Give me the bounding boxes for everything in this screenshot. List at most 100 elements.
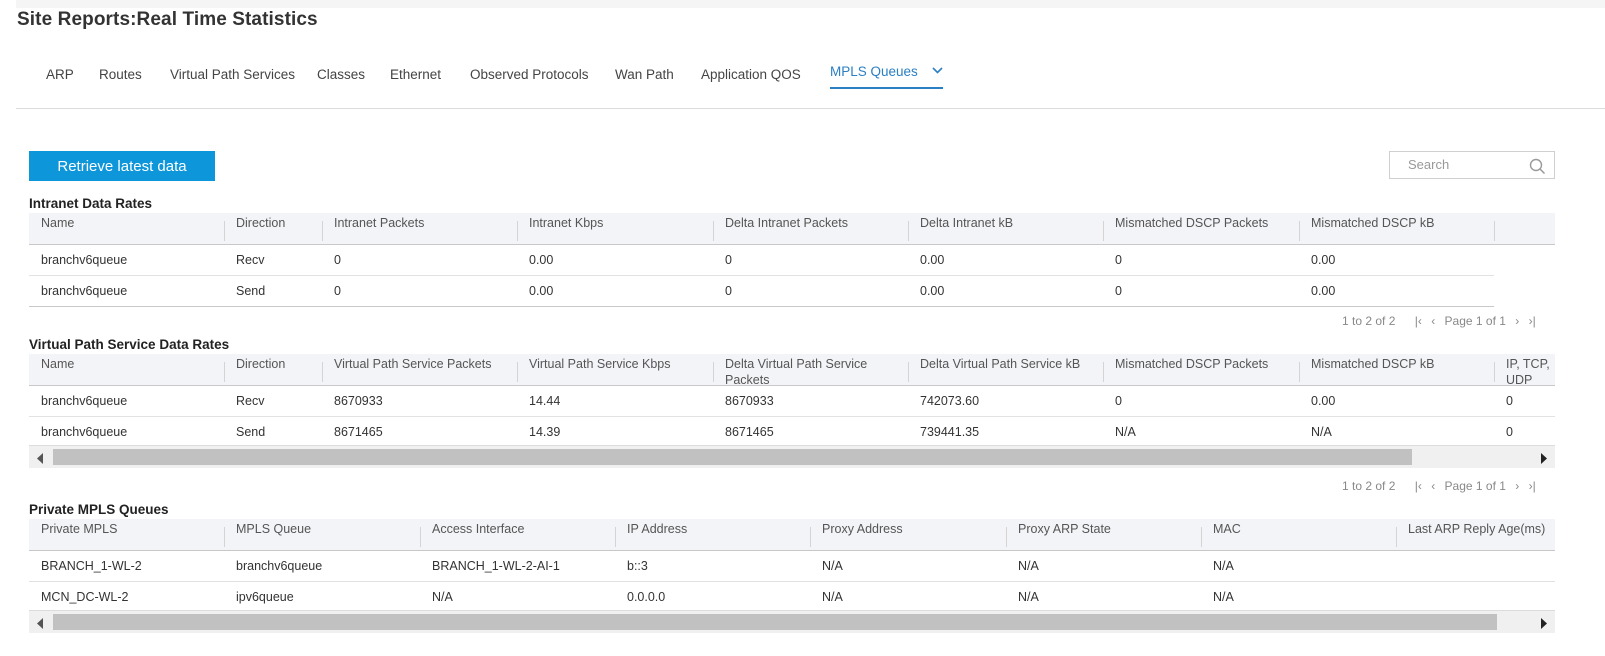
column-header-compression[interactable]: IP, TCP, UDP Compression — [1506, 356, 1555, 387]
search-box — [1389, 151, 1555, 179]
tab-ethernet[interactable]: Ethernet — [390, 67, 441, 82]
column-divider[interactable] — [322, 362, 323, 382]
mpls-horizontal-scrollbar[interactable] — [29, 610, 1555, 633]
column-header-proxy-address[interactable]: Proxy Address — [822, 521, 1002, 537]
column-header-private-mpls[interactable]: Private MPLS — [41, 521, 221, 537]
scroll-right-icon[interactable] — [1540, 451, 1547, 469]
column-divider[interactable] — [713, 362, 714, 382]
last-page-icon[interactable]: ›| — [1529, 479, 1536, 493]
scrollbar-thumb[interactable] — [53, 449, 1412, 465]
column-divider[interactable] — [420, 527, 421, 547]
column-divider[interactable] — [1396, 527, 1397, 547]
column-divider[interactable] — [1494, 221, 1495, 241]
scroll-left-icon[interactable] — [37, 616, 44, 634]
column-header-access-interface[interactable]: Access Interface — [432, 521, 612, 537]
column-divider[interactable] — [224, 362, 225, 382]
intranet-table-header: Name Direction Intranet Packets Intranet… — [29, 213, 1555, 245]
column-divider[interactable] — [1006, 527, 1007, 547]
column-header-mpls-queue[interactable]: MPLS Queue — [236, 521, 416, 537]
tab-virtual-path-services[interactable]: Virtual Path Services — [170, 67, 295, 82]
column-divider[interactable] — [517, 221, 518, 241]
column-header-direction[interactable]: Direction — [236, 356, 321, 372]
table-row[interactable]: branchv6queue Recv 0 0.00 0 0.00 0 0.00 — [29, 245, 1494, 276]
cell-delta-intranet-packets: 0 — [725, 284, 732, 298]
column-header-delta-intranet-packets[interactable]: Delta Intranet Packets — [725, 215, 905, 231]
column-divider[interactable] — [224, 221, 225, 241]
column-header-mac[interactable]: MAC — [1213, 521, 1393, 537]
last-page-icon[interactable]: ›| — [1529, 314, 1536, 328]
table-row[interactable]: BRANCH_1-WL-2 branchv6queue BRANCH_1-WL-… — [29, 551, 1555, 582]
column-header-direction[interactable]: Direction — [236, 215, 321, 231]
table-row[interactable]: branchv6queue Send 0 0.00 0 0.00 0 0.00 — [29, 276, 1494, 307]
cell-private-mpls: MCN_DC-WL-2 — [41, 590, 129, 604]
tab-application-qos[interactable]: Application QOS — [701, 67, 801, 82]
chevron-down-icon[interactable] — [931, 62, 943, 77]
vps-horizontal-scrollbar[interactable] — [29, 445, 1555, 468]
tab-arp[interactable]: ARP — [46, 67, 74, 82]
table-row[interactable]: branchv6queue Recv 8670933 14.44 8670933… — [29, 386, 1555, 417]
search-icon[interactable] — [1529, 158, 1546, 180]
column-header-name[interactable]: Name — [41, 356, 221, 372]
column-divider[interactable] — [1103, 362, 1104, 382]
intranet-pager: 1 to 2 of 2 |‹ ‹ Page 1 of 1 › ›| — [1342, 314, 1536, 328]
retrieve-latest-data-button[interactable]: Retrieve latest data — [29, 151, 215, 181]
vps-table: Name Direction Virtual Path Service Pack… — [29, 354, 1555, 448]
column-divider[interactable] — [908, 362, 909, 382]
column-header-vps-kbps[interactable]: Virtual Path Service Kbps — [529, 356, 709, 372]
search-input[interactable] — [1408, 157, 1528, 172]
tab-observed-protocols[interactable]: Observed Protocols — [470, 67, 589, 82]
column-header-delta-intranet-kb[interactable]: Delta Intranet kB — [920, 215, 1100, 231]
column-divider[interactable] — [615, 527, 616, 547]
tab-classes[interactable]: Classes — [317, 67, 365, 82]
column-header-delta-vps-kb[interactable]: Delta Virtual Path Service kB — [920, 356, 1100, 372]
table-row[interactable]: MCN_DC-WL-2 ipv6queue N/A 0.0.0.0 N/A N/… — [29, 582, 1555, 613]
column-divider[interactable] — [1103, 221, 1104, 241]
column-divider[interactable] — [224, 527, 225, 547]
mpls-section-title: Private MPLS Queues — [29, 502, 169, 517]
cell-access-interface: BRANCH_1-WL-2-AI-1 — [432, 559, 560, 573]
column-header-last-arp-reply-age[interactable]: Last ARP Reply Age(ms) — [1408, 521, 1555, 537]
next-page-icon[interactable]: › — [1515, 314, 1519, 328]
column-header-ip-address[interactable]: IP Address — [627, 521, 807, 537]
column-header-proxy-arp-state[interactable]: Proxy ARP State — [1018, 521, 1198, 537]
column-divider[interactable] — [517, 362, 518, 382]
column-header-intranet-kbps[interactable]: Intranet Kbps — [529, 215, 709, 231]
column-divider[interactable] — [908, 221, 909, 241]
intranet-table: Name Direction Intranet Packets Intranet… — [29, 213, 1555, 307]
column-divider[interactable] — [1494, 362, 1495, 382]
column-divider[interactable] — [713, 221, 714, 241]
column-header-delta-vps-packets[interactable]: Delta Virtual Path Service Packets — [725, 356, 885, 388]
column-header-intranet-packets[interactable]: Intranet Packets — [334, 215, 514, 231]
scroll-left-icon[interactable] — [37, 451, 44, 469]
prev-page-icon[interactable]: ‹ — [1431, 314, 1435, 328]
column-header-vps-packets[interactable]: Virtual Path Service Packets — [334, 356, 514, 372]
cell-mismatched-dscp-packets: 0 — [1115, 284, 1122, 298]
column-header-name[interactable]: Name — [41, 215, 221, 231]
column-divider[interactable] — [1201, 527, 1202, 547]
tab-routes[interactable]: Routes — [99, 67, 142, 82]
column-header-mismatched-dscp-packets[interactable]: Mismatched DSCP Packets — [1115, 356, 1295, 372]
column-divider[interactable] — [810, 527, 811, 547]
prev-page-icon[interactable]: ‹ — [1431, 479, 1435, 493]
column-divider[interactable] — [322, 221, 323, 241]
tab-wan-path[interactable]: Wan Path — [615, 67, 674, 82]
first-page-icon[interactable]: |‹ — [1415, 479, 1422, 493]
column-header-mismatched-dscp-kb[interactable]: Mismatched DSCP kB — [1311, 356, 1491, 372]
column-header-mismatched-dscp-kb[interactable]: Mismatched DSCP kB — [1311, 215, 1491, 231]
column-divider[interactable] — [1299, 362, 1300, 382]
column-divider[interactable] — [1299, 221, 1300, 241]
report-tabs: ARP Routes Virtual Path Services Classes… — [16, 56, 1605, 109]
first-page-icon[interactable]: |‹ — [1415, 314, 1422, 328]
cell-ip-address: b::3 — [627, 559, 648, 573]
table-row[interactable]: branchv6queue Send 8671465 14.39 8671465… — [29, 417, 1555, 448]
column-header-mismatched-dscp-packets[interactable]: Mismatched DSCP Packets — [1115, 215, 1295, 231]
scrollbar-thumb[interactable] — [53, 614, 1497, 630]
cell-mac: N/A — [1213, 590, 1234, 604]
cell-mismatched-dscp-packets: 0 — [1115, 253, 1122, 267]
cell-intranet-kbps: 0.00 — [529, 253, 554, 267]
cell-proxy-address: N/A — [822, 590, 843, 604]
scroll-right-icon[interactable] — [1540, 616, 1547, 634]
tab-mpls-queues[interactable]: MPLS Queues — [830, 62, 943, 89]
next-page-icon[interactable]: › — [1515, 479, 1519, 493]
cell-ip-address: 0.0.0.0 — [627, 590, 666, 604]
